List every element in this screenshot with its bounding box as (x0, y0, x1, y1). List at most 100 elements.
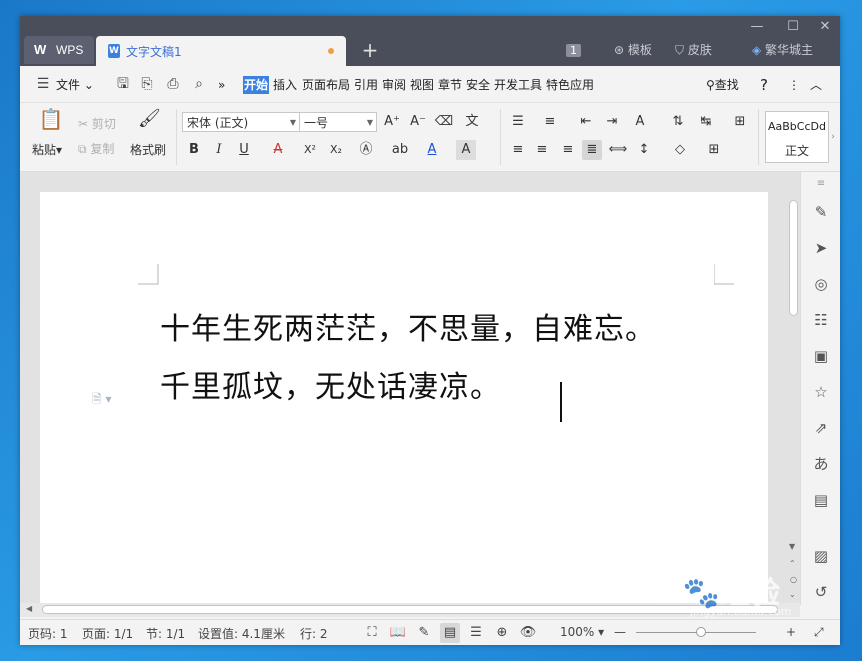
char-shading-icon[interactable]: A (456, 140, 476, 160)
tab-chapter[interactable]: 章节 (438, 76, 462, 94)
tab-insert[interactable]: 插入 (273, 76, 297, 94)
format-painter-button[interactable]: 格式刷 (130, 141, 166, 158)
numbered-list-icon[interactable]: ≡ (540, 112, 560, 132)
status-page-count[interactable]: 页面: 1/1 (82, 625, 133, 642)
tab-special[interactable]: 特色应用 (546, 76, 594, 94)
close-button[interactable]: ✕ (810, 18, 840, 36)
status-position[interactable]: 设置值: 4.1厘米 (198, 625, 285, 642)
search-button[interactable]: ⚲查找 (706, 76, 739, 94)
prev-page-icon[interactable]: ⌃ (789, 559, 796, 568)
bold-button[interactable]: B (184, 140, 204, 160)
zoom-out-button[interactable]: — (614, 625, 626, 639)
decrease-indent-icon[interactable]: ⇤ (576, 112, 596, 132)
shapes-icon[interactable]: ◎ (811, 274, 831, 294)
reading-mode-icon[interactable]: 📖 (388, 623, 408, 643)
tab-wps-home[interactable]: W WPS (24, 36, 94, 64)
more-quick-tools[interactable]: » (218, 76, 225, 94)
write-mode-icon[interactable]: ✎ (414, 623, 434, 643)
shading-icon[interactable]: ◇ (670, 140, 690, 160)
window-count-badge[interactable]: 1 (566, 41, 581, 59)
tab-view[interactable]: 视图 (410, 76, 434, 94)
pen-icon[interactable]: ✎ (811, 202, 831, 222)
grow-font-icon[interactable]: A⁺ (382, 112, 402, 132)
phonetic-guide-icon[interactable]: 文 (462, 112, 482, 132)
vertical-scrollbar[interactable]: ▼ ⌃ ○ ⌄ (787, 182, 800, 605)
increase-indent-icon[interactable]: ⇥ (602, 112, 622, 132)
share-icon[interactable]: ⇗ (811, 418, 831, 438)
chevron-right-icon[interactable]: › (828, 127, 838, 147)
print-preview-icon[interactable]: ⌕ (190, 75, 208, 93)
tab-start[interactable]: 开始 (243, 76, 270, 94)
justify-icon[interactable]: ≣ (582, 140, 602, 160)
format-painter-icon[interactable]: 🖌 (138, 109, 161, 133)
line-spacing-icon[interactable]: ↕ (634, 140, 654, 160)
maximize-button[interactable]: ☐ (778, 18, 808, 36)
collapse-ribbon-icon[interactable]: ︿ (810, 76, 822, 94)
web-view-icon[interactable]: ⊕ (492, 623, 512, 643)
more-menu-button[interactable]: ⋮ (788, 76, 800, 94)
status-row[interactable]: 行: 2 (300, 625, 328, 642)
distribute-icon[interactable]: ⟺ (608, 140, 628, 160)
fit-page-icon[interactable]: ⤢ (814, 625, 824, 640)
paste-button[interactable]: 粘贴▾ (32, 141, 62, 158)
borders-icon[interactable]: ⊞ (704, 140, 724, 160)
bullet-list-icon[interactable]: ☰ (508, 112, 528, 132)
shrink-font-icon[interactable]: A⁻ (408, 112, 428, 132)
italic-button[interactable]: I (209, 140, 229, 160)
zoom-level[interactable]: 100% ▾ (560, 625, 604, 639)
print-icon[interactable]: ⎙ (164, 75, 182, 93)
underline-button[interactable]: U (234, 140, 254, 160)
clear-format-icon[interactable]: ⌫ (434, 112, 454, 132)
translate-icon[interactable]: あ (811, 454, 831, 474)
tab-review[interactable]: 审阅 (382, 76, 406, 94)
chinese-layout-icon[interactable]: A (630, 112, 650, 132)
align-left-icon[interactable]: ≡ (508, 140, 528, 160)
tab-security[interactable]: 安全 (466, 76, 490, 94)
superscript-button[interactable]: X² (300, 140, 320, 160)
browse-object-icon[interactable]: ○ (790, 575, 797, 584)
eye-protection-icon[interactable]: 👁 (518, 623, 538, 643)
image-gallery-icon[interactable]: ▣ (811, 346, 831, 366)
zoom-slider-knob[interactable] (696, 627, 706, 637)
paragraph-handle-icon[interactable]: 🗎 ▾ (92, 390, 112, 411)
show-marks-icon[interactable]: ↹ (696, 112, 716, 132)
archive-icon[interactable]: ▤ (811, 490, 831, 510)
star-icon[interactable]: ☆ (811, 382, 831, 402)
save-icon[interactable]: 🖫 (114, 75, 132, 93)
template-button[interactable]: ⊛ 模板 (614, 41, 652, 59)
style-gallery-normal[interactable]: AaBbCcDd 正文 (765, 111, 829, 163)
align-right-icon[interactable]: ≡ (558, 140, 578, 160)
user-account-button[interactable]: ◈ 繁华城主 (752, 41, 813, 59)
vertical-scroll-thumb[interactable] (789, 200, 798, 316)
tab-document[interactable]: W 文字文稿1 (96, 36, 346, 66)
export-pdf-icon[interactable]: ⎘ (138, 75, 156, 93)
font-color-icon[interactable]: A (422, 140, 442, 160)
tab-page-layout[interactable]: 页面布局 (302, 76, 350, 94)
text-effect-icon[interactable]: Ⓐ (356, 140, 376, 160)
cut-button[interactable]: ✂ 剪切 (78, 115, 116, 132)
fullscreen-icon[interactable]: ⛶ (362, 623, 382, 643)
zoom-in-button[interactable]: + (786, 625, 796, 639)
tab-references[interactable]: 引用 (354, 76, 378, 94)
sort-icon[interactable]: ⇅ (668, 112, 688, 132)
zoom-slider[interactable] (636, 627, 756, 637)
paste-icon[interactable]: 📋 (38, 109, 64, 135)
help-button[interactable]: ? (760, 76, 768, 94)
adjust-icon[interactable]: ☷ (811, 310, 831, 330)
file-menu[interactable]: 文件 ⌄ (56, 76, 94, 94)
tab-developer[interactable]: 开发工具 (494, 76, 542, 94)
page-view-icon[interactable]: ▤ (440, 623, 460, 643)
cursor-icon[interactable]: ➤ (811, 238, 831, 258)
picture-icon[interactable]: ▨ (811, 546, 831, 566)
align-center-icon[interactable]: ≡ (532, 140, 552, 160)
table-icon[interactable]: ⊞ (730, 112, 750, 132)
scroll-left-icon[interactable]: ◀ (26, 604, 32, 613)
status-section[interactable]: 节: 1/1 (146, 625, 185, 642)
copy-button[interactable]: ⧉ 复制 (78, 140, 114, 157)
history-icon[interactable]: ↺ (811, 582, 831, 602)
next-page-icon[interactable]: ⌄ (789, 590, 796, 599)
subscript-button[interactable]: X₂ (326, 140, 346, 160)
font-name-select[interactable]: 宋体 (正文) ▼ (182, 112, 300, 132)
hamburger-icon[interactable]: ☰ (34, 75, 52, 93)
font-size-select[interactable]: 一号 ▼ (299, 112, 377, 132)
